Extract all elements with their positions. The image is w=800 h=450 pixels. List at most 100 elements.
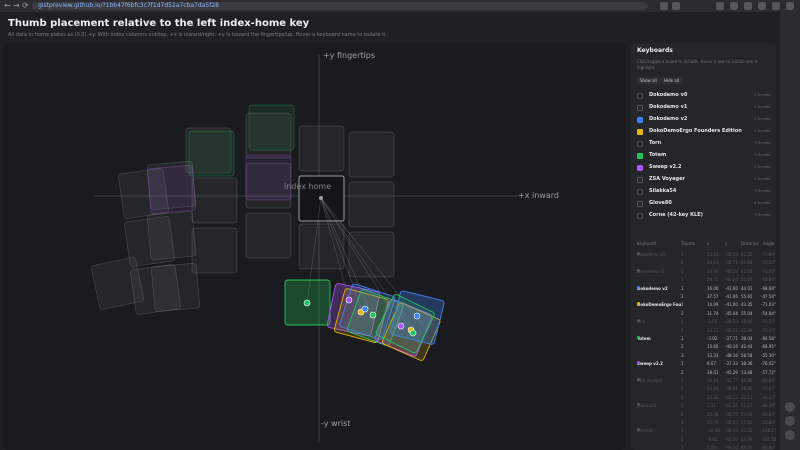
keyboard-row[interactable]: Dokodemo v1 2 thumbs xyxy=(637,104,771,114)
table-cell-a: -90.00° xyxy=(761,445,776,450)
extension-icon[interactable] xyxy=(716,2,724,10)
hide-all-button[interactable]: Hide all xyxy=(661,77,683,84)
keyboard-checkbox[interactable] xyxy=(637,153,643,159)
bookmark-icon[interactable] xyxy=(785,430,795,440)
table-cell-thumb: 1 xyxy=(681,302,684,308)
keyboard-checkbox[interactable] xyxy=(637,189,643,195)
keyboard-row[interactable]: Dokodemo v0 2 thumbs xyxy=(637,92,771,102)
table-row[interactable]: 2 20.38 -45.70 50.04 -65.97° xyxy=(635,411,776,419)
table-row[interactable]: 2 31.74 -45.04 55.04 -54.84° xyxy=(635,310,776,318)
keyboard-checkbox[interactable] xyxy=(637,141,643,147)
table-cell-y: -37.33 xyxy=(725,361,738,367)
keyboard-name: Totem xyxy=(649,152,667,158)
table-cell-x: 33.33 xyxy=(707,352,719,358)
table-row[interactable]: Dokodemo v1 1 14.00 -40.28 42.64 -70.83° xyxy=(635,268,776,276)
keyboard-checkbox[interactable] xyxy=(637,165,643,171)
table-row[interactable]: Dokodemo v2 1 16.00 -41.00 44.01 -68.68° xyxy=(635,285,776,293)
extension-icon[interactable] xyxy=(744,2,752,10)
keyboard-thumb-count: 2 thumbs xyxy=(754,129,771,133)
table-row[interactable]: 3 33.33 -48.16 58.58 -55.30° xyxy=(635,352,776,360)
keyboard-name: Torn xyxy=(649,140,662,146)
table-cell-y: -49.50 xyxy=(725,445,738,450)
keyboard-checkbox[interactable] xyxy=(637,93,643,99)
table-cell-thumb: 2 xyxy=(681,436,684,442)
keyboard-thumb-count: 2 thumbs xyxy=(754,93,771,97)
table-row[interactable]: Silakka54 1 1.11 -42.06 42.07 -88.48° xyxy=(635,403,776,410)
table-row[interactable]: 2 33.54 -48.01 58.56 -55.07° xyxy=(635,386,776,393)
table-row[interactable]: 2 -8.85 -43.5044.39 -101.50° xyxy=(635,436,776,444)
table-row[interactable]: Glove80 1 -20.40 -38.1043.22 -118.17° xyxy=(635,428,776,435)
keyboard-thumb-count: 2 thumbs xyxy=(754,177,771,181)
sidebar-toggle-icon[interactable] xyxy=(786,2,794,10)
table-row[interactable]: 3 0.00 -49.50 49.50 -90.00° xyxy=(635,445,776,450)
extension-icon[interactable] xyxy=(730,2,738,10)
keyboard-checkbox[interactable] xyxy=(637,117,643,123)
thumb-plot[interactable]: +y fingertips -y wrist +x inward index h… xyxy=(3,43,625,450)
table-row[interactable]: 2 37.57 -41.06 55.65 -47.54° xyxy=(635,294,776,301)
table-cell-a: -118.17° xyxy=(761,428,776,434)
table-cell-y: -43.50 xyxy=(725,436,738,442)
keyboard-checkbox[interactable] xyxy=(637,213,643,219)
table-cell-y: -41.00 xyxy=(725,302,738,308)
keyboard-row[interactable]: Dokodemo v2 2 thumbs xyxy=(637,116,771,126)
address-bar[interactable]: gistpreview.github.io/?1bb47f6bfc3c7f1d7… xyxy=(32,2,648,10)
table-cell-x: 20.38 xyxy=(707,411,719,417)
table-cell-thumb: 2 xyxy=(681,294,684,299)
keyboard-checkbox[interactable] xyxy=(637,201,643,207)
keyboard-checkbox[interactable] xyxy=(637,129,643,135)
back-icon[interactable]: ← xyxy=(4,1,11,10)
table-cell-keyboard: DokoDemoErgo Founders Edition xyxy=(637,302,681,308)
table-row[interactable]: 2 13.66 -40.16 42.44 -68.95° xyxy=(635,344,776,351)
table-cell-x: 0.00 xyxy=(707,445,716,450)
table-cell-a: -65.97° xyxy=(761,411,776,417)
table-row[interactable]: Dokodemo v0 1 13.10 -40.28 42.35 -71.99° xyxy=(635,252,776,259)
table-row[interactable]: Torn 1 -5.05 -38.13 38.46 -97.55° xyxy=(635,319,776,326)
table-row[interactable]: Totem 1 -3.02 -37.71 38.04 -94.58° xyxy=(635,336,776,343)
table-row[interactable]: 2 28.61 -45.29 53.48 -57.72° xyxy=(635,369,776,377)
table-cell-thumb: 1 xyxy=(681,319,684,325)
table-cell-thumb: 1 xyxy=(681,336,684,341)
keyboard-name: Glove80 xyxy=(649,200,672,206)
extension-icon[interactable] xyxy=(660,2,668,10)
table-row[interactable]: 3 42.06 -43.13 60.11 -46.32° xyxy=(635,395,776,402)
table-cell-x: 31.74 xyxy=(707,310,719,316)
reload-icon[interactable]: ⟳ xyxy=(22,1,29,10)
keyboard-row[interactable]: Corne (42-key KLE) 3 thumbs xyxy=(637,212,771,222)
show-all-button[interactable]: Show all xyxy=(637,77,660,84)
history-icon[interactable] xyxy=(785,416,795,426)
table-cell-x: 28.61 xyxy=(707,369,719,375)
keyboard-row[interactable]: Torn 3 thumbs xyxy=(637,140,771,150)
keyboard-row[interactable]: ZSA Voyager 2 thumbs xyxy=(637,176,771,186)
keyboard-row[interactable]: Sweep v2.2 2 thumbs xyxy=(637,164,771,174)
table-row[interactable]: 3 35.76 -45.43 57.82 -51.80° xyxy=(635,420,776,427)
table-row[interactable]: 2 13.71 -40.21 42.48 -71.17° xyxy=(635,327,776,335)
table-row[interactable]: ZSA Voyager 1 16.16 -41.77 44.80 -68.86° xyxy=(635,378,776,385)
table-cell-thumb: 3 xyxy=(681,420,684,425)
extension-icon[interactable] xyxy=(672,2,680,10)
keyboard-checkbox[interactable] xyxy=(637,105,643,111)
keyboard-row[interactable]: Totem 3 thumbs xyxy=(637,152,771,162)
table-cell-a: -71.17° xyxy=(761,327,776,333)
table-row[interactable]: 2 28.41 -40.71 49.64 -55.10° xyxy=(635,260,776,267)
table-cell-a: -68.68° xyxy=(761,285,776,291)
table-cell-y: -45.04 xyxy=(725,310,738,316)
table-cell-keyboard: Glove80 xyxy=(637,428,654,434)
table-cell-x: 13.10 xyxy=(707,252,719,257)
settings-icon[interactable] xyxy=(785,402,795,412)
keyboard-row[interactable]: DokoDemoErgo Founders Edition 2 thumbs xyxy=(637,128,771,138)
table-cell-a: -55.10° xyxy=(761,260,776,266)
profile-icon[interactable] xyxy=(758,2,766,10)
keyboard-row[interactable]: Glove80 6 thumbs xyxy=(637,200,771,210)
table-row[interactable]: 2 29.72 -42.24 51.65 -54.87° xyxy=(635,277,776,284)
table-row[interactable]: Sweep v2.2 1 8.67 -37.33 38.36 -76.02° xyxy=(635,361,776,368)
page-main: Thumb placement relative to the left ind… xyxy=(0,12,780,450)
table-row[interactable]: DokoDemoErgo Founders Edition1 14.09 -41.0… xyxy=(635,302,776,309)
keyboard-row[interactable]: Silakka54 3 thumbs xyxy=(637,188,771,198)
menu-icon[interactable] xyxy=(772,2,780,10)
table-cell-x: -3.02 xyxy=(707,336,718,341)
keyboard-checkbox[interactable] xyxy=(637,177,643,183)
table-cell-y: -38.13 xyxy=(725,319,738,325)
table-cell-x: 16.16 xyxy=(707,378,719,383)
forward-icon[interactable]: → xyxy=(13,1,20,10)
table-cell-d: 38.04 xyxy=(741,336,753,341)
